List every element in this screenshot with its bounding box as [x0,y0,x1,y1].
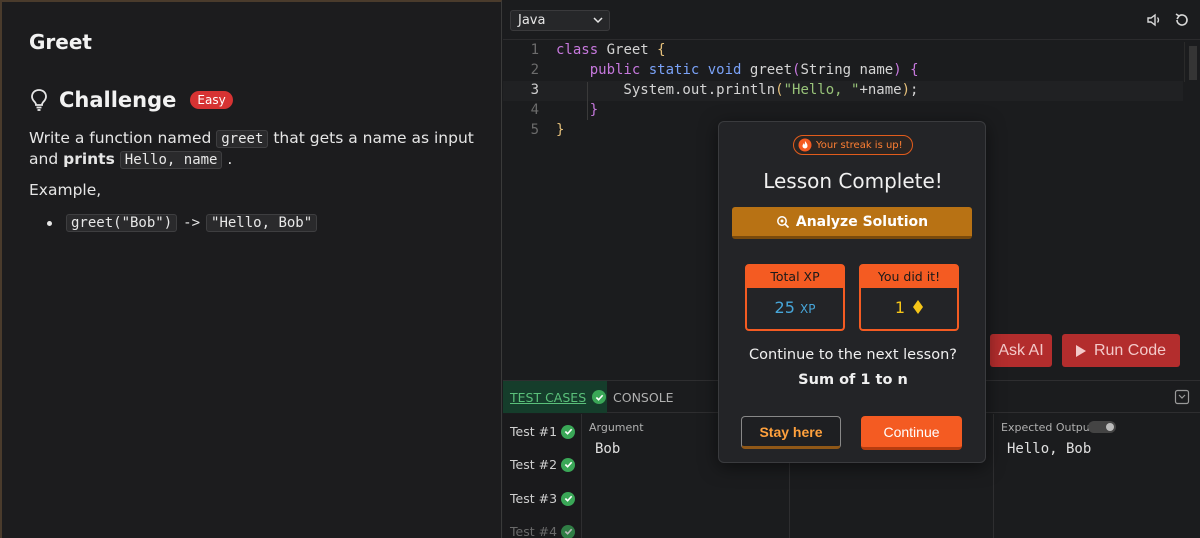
ask-ai-button[interactable]: Ask AI [990,334,1052,367]
expected-output-toggle[interactable] [1088,421,1116,433]
xp-number: 25 [774,298,795,317]
line-number: 5 [530,122,539,138]
example-item: greet("Bob") -> "Hello, Bob" [47,214,318,232]
check-circle-icon [592,390,607,404]
line-number: 1 [530,42,539,58]
editor-toolbar: Java [503,0,1200,40]
test-item-4[interactable]: Test #4 [510,524,576,538]
argument-label: Argument [589,421,644,434]
language-select[interactable]: Java [510,10,610,31]
run-code-label: Run Code [1093,341,1167,359]
next-lesson-question: Continue to the next lesson? [749,347,957,363]
run-code-button[interactable]: Run Code [1062,334,1180,367]
total-xp-header: Total XP [747,266,843,288]
tab-test-cases-label: TEST CASES [510,389,587,405]
problem-title: Greet [29,30,92,54]
line-number: 2 [530,62,539,78]
play-icon [1075,344,1086,357]
diamond-icon [913,300,924,314]
problem-panel: Greet Challenge Easy Write a function na… [0,0,502,538]
line-number: 4 [530,102,539,118]
gem-count: 1 [894,298,906,317]
example-input: greet("Bob") [66,214,178,232]
check-circle-icon [561,524,576,538]
test-label: Test #2 [510,457,558,472]
difficulty-badge: Easy [190,91,233,109]
test-label: Test #1 [510,424,558,439]
check-circle-icon [561,491,576,506]
test-label: Test #4 [510,524,558,538]
analyze-label: Analyze Solution [795,213,929,230]
total-xp-card: Total XP 25 XP [745,264,845,331]
challenge-title: Challenge [59,88,177,112]
argument-value: Bob [595,441,621,457]
xp-unit: XP [799,302,816,316]
scrollbar-thumb[interactable] [1189,46,1197,80]
code-line-3: System.out.println("Hello, "+name); [556,82,919,98]
stay-here-button[interactable]: Stay here [741,416,841,449]
problem-description: Write a function named greet that gets a… [29,128,489,170]
column-divider [581,414,582,538]
continue-button[interactable]: Continue [861,416,962,450]
test-item-2[interactable]: Test #2 [510,457,576,472]
you-did-it-header: You did it! [861,266,957,288]
desc-code-hello: Hello, name [119,151,223,169]
desc-bold: prints [63,150,115,168]
streak-text: Your streak is up! [816,139,903,151]
desc-text: Write a function named [29,129,217,147]
expected-output-value: Hello, Bob [1007,441,1092,457]
check-circle-icon [561,457,576,472]
reset-icon[interactable] [1174,12,1190,28]
lightbulb-icon [31,89,47,111]
tab-console[interactable]: CONSOLE [613,390,674,405]
test-list: Test #1 Test #2 Test #3 Test #4 [503,414,581,538]
analyze-icon [776,215,789,228]
chevron-down-icon [593,17,603,24]
bullet [47,220,52,226]
streak-banner: Your streak is up! [793,135,913,155]
editor-scrollbar[interactable] [1184,42,1200,82]
example-arrow: -> [183,215,201,231]
code-line-5: } [556,122,565,138]
expected-output-label: Expected Output [1001,421,1095,434]
analyze-solution-button[interactable]: Analyze Solution [732,207,972,239]
desc-text: . [222,150,233,168]
you-did-it-value: 1 [861,288,957,328]
test-item-3[interactable]: Test #3 [510,491,576,506]
example-label: Example, [29,181,102,199]
desc-code-greet: greet [216,130,269,148]
total-xp-value: 25 XP [747,288,843,329]
code-line-2: public static void greet(String name) { [589,62,919,78]
lesson-complete-modal: Your streak is up! Lesson Complete! Anal… [718,121,986,463]
challenge-header: Challenge Easy [29,88,233,112]
flame-icon [798,138,812,152]
code-line-1: class Greet { [556,42,666,58]
code-line-4: } [589,102,599,118]
check-circle-icon [561,424,576,439]
modal-title: Lesson Complete! [763,169,943,193]
example-output: "Hello, Bob" [206,214,318,232]
next-lesson-name: Sum of 1 to n [798,372,908,388]
column-divider [993,414,994,538]
collapse-panel-icon[interactable] [1174,389,1190,405]
test-label: Test #3 [510,491,558,506]
tab-test-cases[interactable]: TEST CASES [503,381,607,413]
you-did-it-card: You did it! 1 [859,264,959,331]
speaker-icon[interactable] [1146,12,1162,28]
line-number: 3 [530,82,539,98]
test-item-1[interactable]: Test #1 [510,424,576,439]
language-value: Java [518,13,546,28]
